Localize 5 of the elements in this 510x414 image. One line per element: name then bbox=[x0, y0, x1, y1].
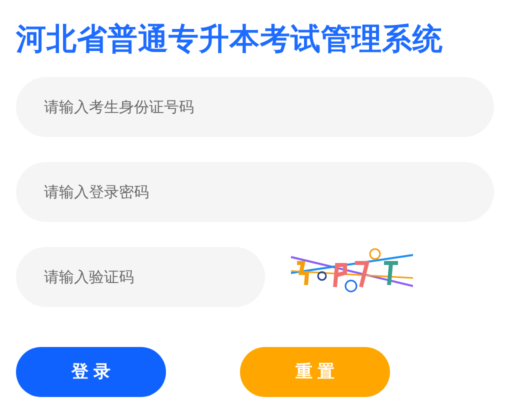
captcha-field[interactable]: 请输入验证码 bbox=[16, 247, 265, 307]
input-field[interactable]: 请输入登录密码 bbox=[16, 162, 494, 222]
login-button[interactable]: 登 录 bbox=[16, 347, 166, 397]
input-field[interactable]: 请输入考生身份证号码 bbox=[16, 77, 494, 137]
page-title: 河北省普通专升本考试管理系统 bbox=[16, 22, 444, 58]
